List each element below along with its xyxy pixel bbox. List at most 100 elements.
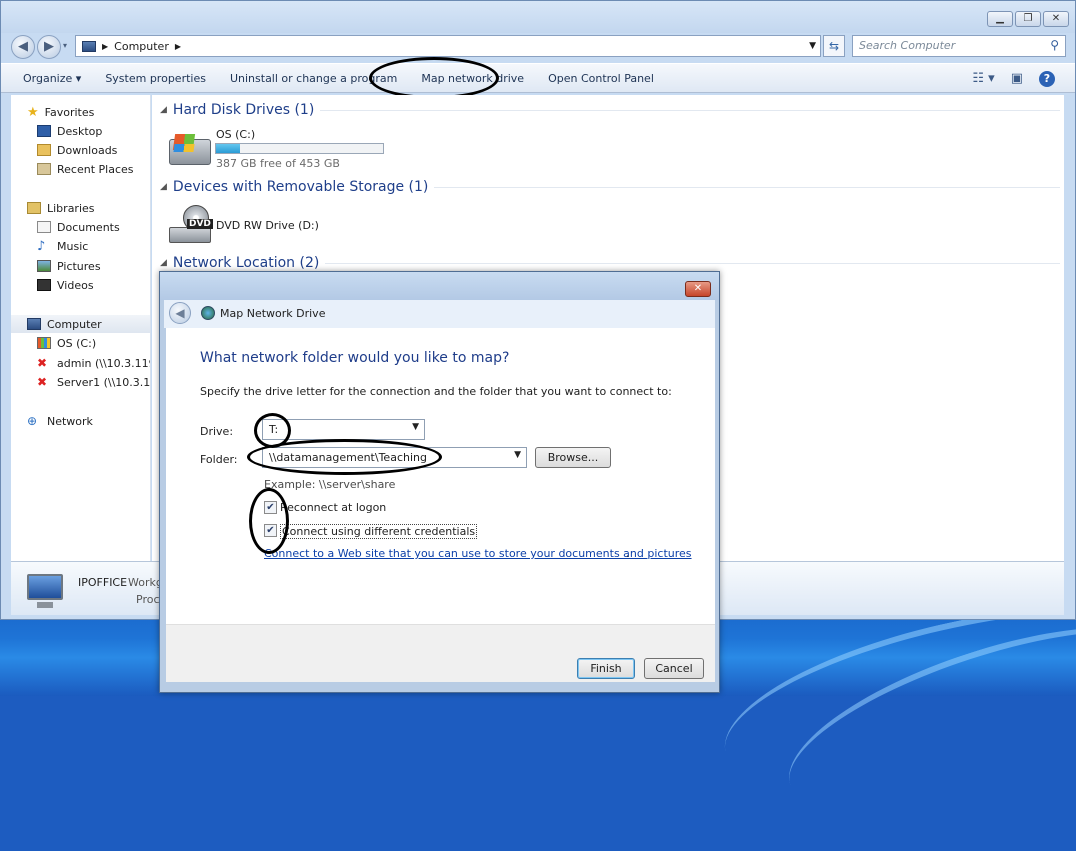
collapse-arrow-icon[interactable]: ◢ xyxy=(160,105,167,115)
chevron-down-icon[interactable]: ▼ xyxy=(514,450,521,460)
sidebar-item-downloads[interactable]: Downloads xyxy=(37,141,150,159)
navigation-pane: ★ Favorites Desktop Downloads Recent Plac… xyxy=(11,95,151,561)
web-link-period: . xyxy=(626,547,630,560)
sidebar-item-label: Network xyxy=(47,414,93,428)
os-drive-free-space: 387 GB free of 453 GB xyxy=(216,157,340,170)
sidebar-item-label: Recent Places xyxy=(57,162,134,176)
dialog-body: What network folder would you like to ma… xyxy=(166,328,715,624)
address-dropdown-icon[interactable]: ▼ xyxy=(809,41,816,51)
sidebar-item-computer[interactable]: Computer xyxy=(11,315,150,333)
recent-pages-chevron-icon[interactable]: ▾ xyxy=(63,41,67,50)
sidebar-item-label: Computer xyxy=(47,317,102,331)
dialog-title: Map Network Drive xyxy=(220,307,326,320)
dialog-header: ◀ Map Network Drive xyxy=(164,300,715,328)
sidebar-item-label: OS (C:) xyxy=(57,336,97,350)
sidebar-item-label: Documents xyxy=(57,220,120,234)
group-title: Hard Disk Drives (1) xyxy=(172,102,315,118)
search-placeholder: Search Computer xyxy=(859,39,956,52)
computer-icon xyxy=(27,318,41,330)
command-bar: Organize ▾ System properties Uninstall o… xyxy=(1,63,1075,93)
sidebar-item-label: Libraries xyxy=(47,201,95,215)
breadcrumb-separator-icon: ▶ xyxy=(102,41,109,51)
sidebar-item-favorites[interactable]: ★ Favorites xyxy=(27,103,150,121)
dvd-drive-name: DVD RW Drive (D:) xyxy=(216,219,319,232)
dialog-instructions: Specify the drive letter for the connect… xyxy=(200,385,672,398)
sidebar-item-server1-share[interactable]: ✖ Server1 (\\10.3.118.1 xyxy=(37,373,150,391)
folder-example: Example: \\server\share xyxy=(264,478,396,491)
dvd-drive-icon: DVD xyxy=(169,205,213,245)
music-icon: ♪ xyxy=(37,238,46,254)
os-drive-icon xyxy=(169,134,211,165)
open-control-panel-button[interactable]: Open Control Panel xyxy=(536,72,666,85)
group-title: Network Location (2) xyxy=(172,255,320,271)
libraries-icon xyxy=(27,202,41,214)
forward-button[interactable]: ▶ xyxy=(37,35,61,59)
finish-button[interactable]: Finish xyxy=(577,658,635,679)
preview-pane-icon[interactable]: ▣ xyxy=(1011,71,1023,87)
group-network-location[interactable]: ◢ Network Location (2) xyxy=(160,255,1060,271)
sidebar-item-admin-share[interactable]: ✖ admin (\\10.3.119.12 xyxy=(37,354,150,372)
os-drive-name: OS (C:) xyxy=(216,128,256,141)
highlight-ellipse xyxy=(249,488,289,554)
reconnect-label[interactable]: Reconnect at logon xyxy=(280,501,386,514)
different-credentials-label[interactable]: Connect using different credentials xyxy=(280,524,478,539)
drive-label: Drive: xyxy=(200,425,234,438)
breadcrumb-chevron-icon[interactable]: ▶ xyxy=(175,42,181,51)
dialog-footer: Finish Cancel xyxy=(166,624,715,682)
group-hard-disk-drives[interactable]: ◢ Hard Disk Drives (1) xyxy=(160,102,1060,118)
sidebar-item-label: Favorites xyxy=(44,105,95,119)
dialog-heading: What network folder would you like to ma… xyxy=(200,350,510,366)
sidebar-item-recent-places[interactable]: Recent Places xyxy=(37,160,150,178)
close-button[interactable]: ✕ xyxy=(1043,11,1069,27)
sidebar-item-label: Downloads xyxy=(57,143,118,157)
sidebar-item-desktop[interactable]: Desktop xyxy=(37,122,150,140)
change-view-icon[interactable]: ☷ ▾ xyxy=(972,71,994,87)
os-drive-usage-bar xyxy=(215,143,384,154)
highlight-ellipse xyxy=(247,439,442,475)
breadcrumb-computer[interactable]: Computer xyxy=(114,40,169,53)
disconnected-drive-icon: ✖ xyxy=(37,375,48,389)
videos-icon xyxy=(37,279,51,291)
navigation-row: ◀ ▶ ▾ ▶ Computer ▶ ▼ ⇆ Search Computer ⚲ xyxy=(1,33,1075,61)
back-button[interactable]: ◀ xyxy=(11,35,35,59)
sidebar-item-label: Videos xyxy=(57,278,94,292)
organize-menu[interactable]: Organize ▾ xyxy=(11,72,93,85)
sidebar-item-os-c[interactable]: OS (C:) xyxy=(37,334,150,352)
dialog-close-button[interactable]: ✕ xyxy=(685,281,711,297)
maximize-button[interactable]: ❐ xyxy=(1015,11,1041,27)
computer-large-icon xyxy=(27,574,63,600)
sidebar-item-network[interactable]: ⊕ Network xyxy=(27,412,150,430)
title-bar: ▁ ❐ ✕ xyxy=(1,1,1075,33)
refresh-button[interactable]: ⇆ xyxy=(823,35,845,57)
workgroup-label: Workg xyxy=(128,576,163,589)
sidebar-item-libraries[interactable]: Libraries xyxy=(27,199,150,217)
collapse-arrow-icon[interactable]: ◢ xyxy=(160,258,167,268)
chevron-down-icon[interactable]: ▼ xyxy=(412,422,419,432)
sidebar-item-label: Desktop xyxy=(57,124,103,138)
sidebar-item-videos[interactable]: Videos xyxy=(37,276,150,294)
map-network-drive-dialog: ✕ ◀ Map Network Drive What network folde… xyxy=(159,271,720,693)
group-removable-storage[interactable]: ◢ Devices with Removable Storage (1) xyxy=(160,179,1060,195)
collapse-arrow-icon[interactable]: ◢ xyxy=(160,182,167,192)
search-icon[interactable]: ⚲ xyxy=(1050,38,1059,52)
desktop-icon xyxy=(37,125,51,137)
search-input[interactable]: Search Computer ⚲ xyxy=(852,35,1066,57)
dialog-title-bar: ✕ xyxy=(160,272,719,300)
network-drive-icon xyxy=(201,306,215,320)
system-properties-button[interactable]: System properties xyxy=(93,72,218,85)
group-title: Devices with Removable Storage (1) xyxy=(172,179,429,195)
computer-stand-icon xyxy=(37,602,53,608)
sidebar-item-documents[interactable]: Documents xyxy=(37,218,150,236)
sidebar-item-label: Pictures xyxy=(57,259,101,273)
help-icon[interactable]: ? xyxy=(1039,71,1055,87)
pictures-icon xyxy=(37,260,51,272)
back-arrow-icon[interactable]: ◀ xyxy=(169,302,191,324)
minimize-button[interactable]: ▁ xyxy=(987,11,1013,27)
star-icon: ★ xyxy=(27,104,39,120)
cancel-button[interactable]: Cancel xyxy=(644,658,704,679)
sidebar-item-music[interactable]: ♪ Music xyxy=(37,237,150,255)
browse-button[interactable]: Browse... xyxy=(535,447,611,468)
address-bar[interactable]: ▶ Computer ▶ ▼ xyxy=(75,35,821,57)
sidebar-item-pictures[interactable]: Pictures xyxy=(37,257,150,275)
highlight-ellipse xyxy=(369,57,499,99)
